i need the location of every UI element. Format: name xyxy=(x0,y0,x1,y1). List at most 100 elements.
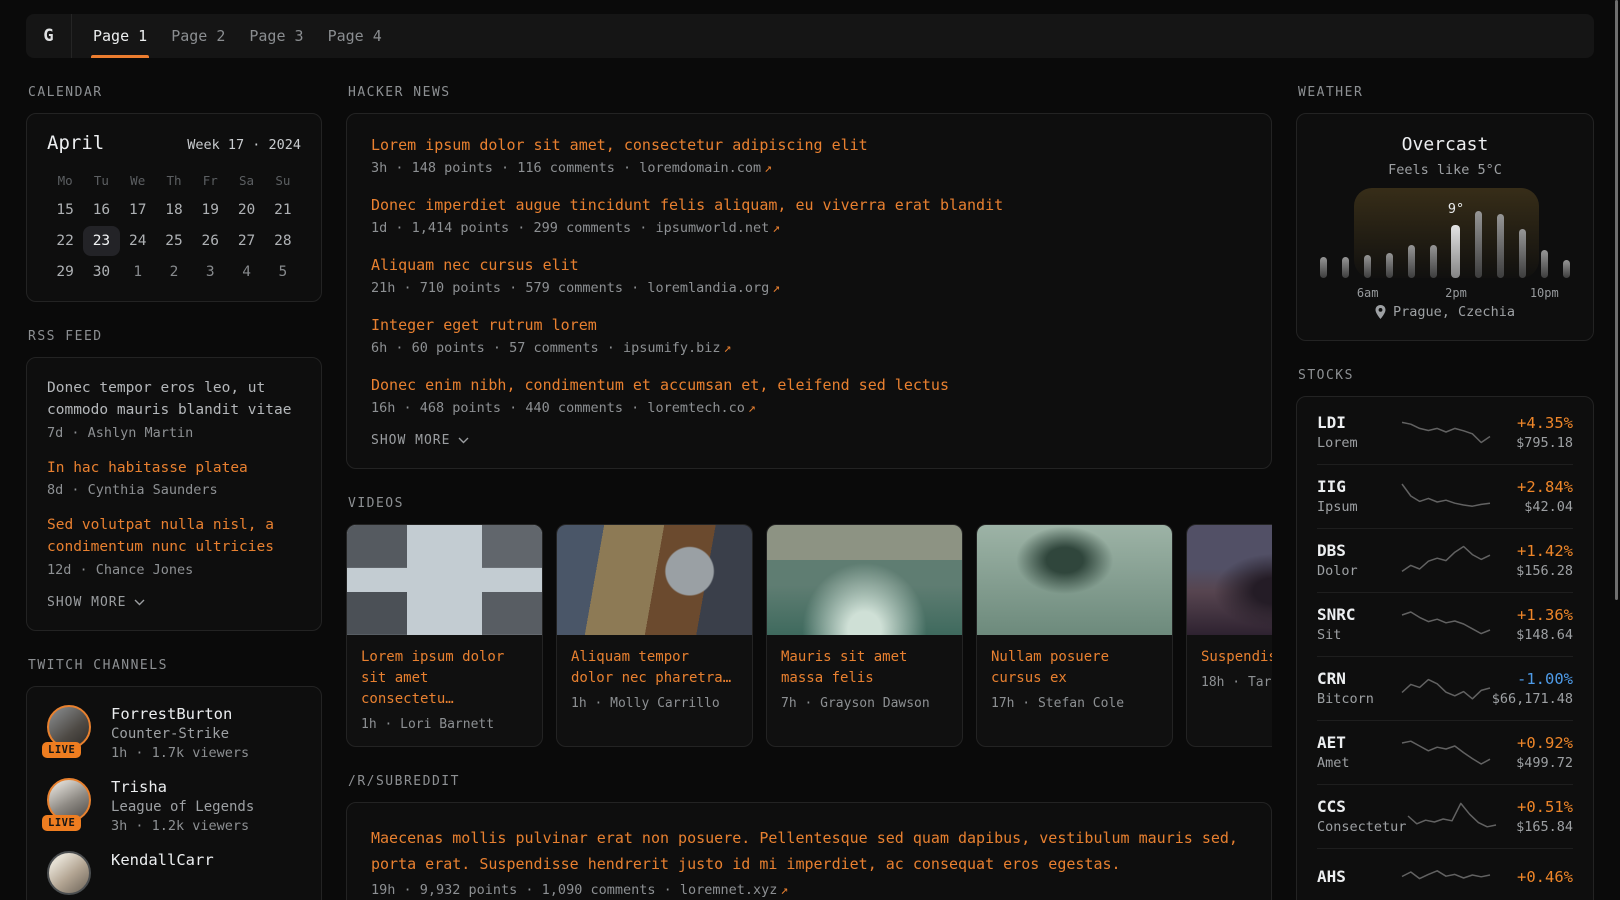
external-link-icon[interactable]: ↗ xyxy=(764,161,772,176)
stock-change: +0.51% xyxy=(1498,798,1573,816)
external-link-icon[interactable]: ↗ xyxy=(748,401,756,416)
video-thumbnail[interactable] xyxy=(557,525,752,635)
calendar-day[interactable]: 24 xyxy=(120,226,156,256)
calendar-day[interactable]: 5 xyxy=(265,257,301,287)
video-card[interactable]: Suspendisse diam18h · Tara xyxy=(1186,524,1272,747)
tab-page-4[interactable]: Page 4 xyxy=(316,14,394,58)
stock-row[interactable]: CCSConsectetur+0.51%$165.84 xyxy=(1317,785,1573,849)
rss-item-title[interactable]: Sed volutpat nulla nisl, a condimentum n… xyxy=(47,515,301,559)
calendar-day[interactable]: 29 xyxy=(47,257,83,287)
stock-symbol: AET xyxy=(1317,733,1400,752)
calendar-day[interactable]: 4 xyxy=(228,257,264,287)
weather-bar xyxy=(1563,260,1570,278)
stock-row[interactable]: DBSDolor+1.42%$156.28 xyxy=(1317,529,1573,593)
video-card[interactable]: Nullam posuere cursus ex17h · Stefan Col… xyxy=(976,524,1173,747)
tab-page-3[interactable]: Page 3 xyxy=(237,14,315,58)
video-meta: 7h · Grayson Dawson xyxy=(781,696,948,711)
rss-show-more-button[interactable]: SHOW MORE xyxy=(47,595,301,610)
calendar-card: April Week 17 · 2024 MoTuWeThFrSaSu 1516… xyxy=(26,113,322,302)
rss-card: Donec tempor eros leo, ut commodo mauris… xyxy=(26,357,322,631)
app-logo[interactable]: G xyxy=(26,14,72,58)
video-meta: 1h · Lori Barnett xyxy=(361,717,528,732)
twitch-avatar[interactable] xyxy=(47,851,95,899)
page-tabs: Page 1 Page 2 Page 3 Page 4 xyxy=(72,14,394,58)
twitch-channel-name[interactable]: Trisha xyxy=(111,778,254,796)
external-link-icon[interactable]: ↗ xyxy=(772,281,780,296)
calendar-day[interactable]: 18 xyxy=(156,195,192,225)
calendar-day[interactable]: 28 xyxy=(265,226,301,256)
external-link-icon[interactable]: ↗ xyxy=(772,221,780,236)
twitch-channel-name[interactable]: ForrestBurton xyxy=(111,705,249,723)
stock-row[interactable]: CRNBitcorn-1.00%$66,171.48 xyxy=(1317,657,1573,721)
twitch-channel-info: KendallCarr xyxy=(111,851,214,899)
stock-sparkline-cell xyxy=(1400,479,1492,513)
weather-bar xyxy=(1497,214,1504,278)
video-card[interactable]: Mauris sit amet massa felis 7h · Grayson … xyxy=(766,524,963,747)
calendar-day[interactable]: 1 xyxy=(120,257,156,287)
stock-name: Sit xyxy=(1317,627,1400,643)
external-link-icon[interactable]: ↗ xyxy=(724,341,732,356)
video-title[interactable]: Suspendisse diam xyxy=(1201,647,1272,668)
video-title[interactable]: Lorem ipsum dolor sit amet consectetu… xyxy=(361,647,528,710)
video-card[interactable]: Lorem ipsum dolor sit amet consectetu… 1h… xyxy=(346,524,543,747)
stock-row[interactable]: SNRCSit+1.36%$148.64 xyxy=(1317,593,1573,657)
calendar-day[interactable]: 25 xyxy=(156,226,192,256)
video-title[interactable]: Mauris sit amet massa felis xyxy=(781,647,948,689)
stock-change: +1.36% xyxy=(1492,606,1573,624)
video-title[interactable]: Aliquam tempor dolor nec pharetra… xyxy=(571,647,738,689)
stock-values: +0.46% xyxy=(1492,868,1573,889)
calendar-day[interactable]: 2 xyxy=(156,257,192,287)
hn-item-title[interactable]: Aliquam nec cursus elit xyxy=(371,256,1247,274)
calendar-day[interactable]: 3 xyxy=(192,257,228,287)
calendar-day[interactable]: 27 xyxy=(228,226,264,256)
hn-item-title[interactable]: Donec enim nibh, condimentum et accumsan… xyxy=(371,376,1247,394)
videos-section-title: VIDEOS xyxy=(348,496,1272,511)
hn-item-title[interactable]: Integer eget rutrum lorem xyxy=(371,316,1247,334)
twitch-section-title: TWITCH CHANNELS xyxy=(28,658,322,673)
rss-item-title[interactable]: Donec tempor eros leo, ut commodo mauris… xyxy=(47,378,301,422)
weather-bar xyxy=(1519,229,1526,278)
stock-row[interactable]: AHS+0.46% xyxy=(1317,849,1573,900)
weekday-label: Su xyxy=(265,166,301,195)
subreddit-post-title[interactable]: Maecenas mollis pulvinar erat non posuer… xyxy=(371,825,1247,878)
calendar-day[interactable]: 26 xyxy=(192,226,228,256)
stock-row[interactable]: AETAmet+0.92%$499.72 xyxy=(1317,721,1573,785)
video-thumbnail[interactable] xyxy=(1187,525,1272,635)
calendar-day[interactable]: 16 xyxy=(83,195,119,225)
hn-show-more-button[interactable]: SHOW MORE xyxy=(371,433,1247,448)
video-title[interactable]: Nullam posuere cursus ex xyxy=(991,647,1158,689)
video-thumbnail[interactable] xyxy=(977,525,1172,635)
stock-row[interactable]: IIGIpsum+2.84%$42.04 xyxy=(1317,465,1573,529)
calendar-day[interactable]: 19 xyxy=(192,195,228,225)
calendar-day[interactable]: 20 xyxy=(228,195,264,225)
scrollbar[interactable] xyxy=(1615,0,1618,600)
hn-item-title[interactable]: Lorem ipsum dolor sit amet, consectetur … xyxy=(371,136,1247,154)
calendar-day[interactable]: 22 xyxy=(47,226,83,256)
calendar-day[interactable]: 17 xyxy=(120,195,156,225)
tab-page-2[interactable]: Page 2 xyxy=(159,14,237,58)
calendar-day[interactable]: 15 xyxy=(47,195,83,225)
calendar-day[interactable]: 30 xyxy=(83,257,119,287)
stock-sparkline xyxy=(1400,543,1492,577)
calendar-day-selected[interactable]: 23 xyxy=(83,226,119,256)
stock-price: $148.64 xyxy=(1492,627,1573,643)
hn-item-title[interactable]: Donec imperdiet augue tincidunt felis al… xyxy=(371,196,1247,214)
stock-symbol: CRN xyxy=(1317,669,1400,688)
video-thumbnail[interactable] xyxy=(767,525,962,635)
twitch-channel-name[interactable]: KendallCarr xyxy=(111,851,214,869)
stock-sparkline-cell xyxy=(1400,861,1492,895)
tab-page-1[interactable]: Page 1 xyxy=(81,14,159,58)
stock-row[interactable]: LDILorem+4.35%$795.18 xyxy=(1317,401,1573,465)
subreddit-post-meta: 19h · 9,932 points · 1,090 comments · lo… xyxy=(371,882,1247,898)
weather-bar xyxy=(1320,257,1327,278)
video-card[interactable]: Aliquam tempor dolor nec pharetra…1h · M… xyxy=(556,524,753,747)
weekday-label: We xyxy=(120,166,156,195)
twitch-avatar[interactable]: LIVE xyxy=(47,778,95,826)
video-thumbnail[interactable] xyxy=(347,525,542,635)
calendar-day-grid: 1516171819202122232425262728293012345 xyxy=(47,195,301,287)
weather-section: WEATHER Overcast Feels like 5°C 6am9°2pm… xyxy=(1296,85,1594,341)
calendar-day[interactable]: 21 xyxy=(265,195,301,225)
rss-item-title[interactable]: In hac habitasse platea xyxy=(47,458,301,480)
video-card-body: Suspendisse diam18h · Tara xyxy=(1187,635,1272,704)
twitch-avatar[interactable]: LIVE xyxy=(47,705,95,753)
